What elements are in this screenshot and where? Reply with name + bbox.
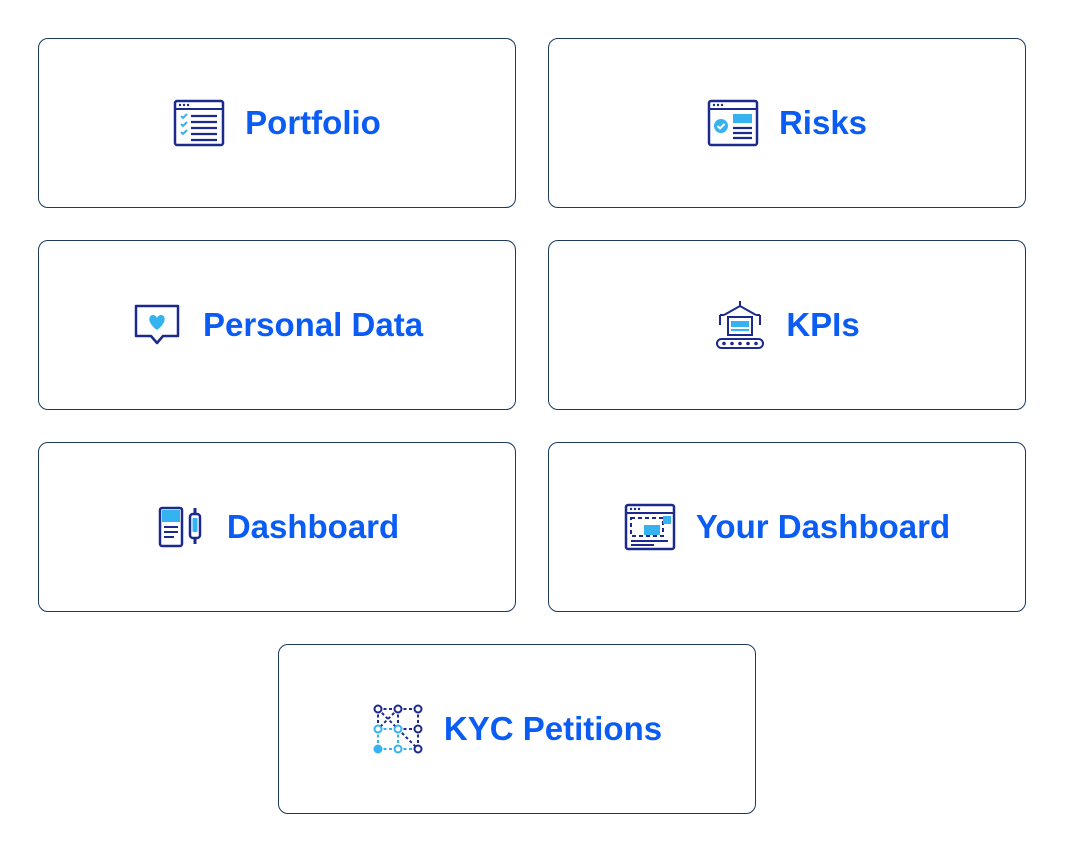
- card-label: Dashboard: [226, 508, 400, 545]
- card-label: Risks: [778, 104, 868, 141]
- browser-check-icon: [707, 97, 759, 149]
- card-personal-data[interactable]: Personal Data: [38, 240, 516, 410]
- card-risks[interactable]: Risks: [548, 38, 1026, 208]
- phone-watch-icon: [155, 501, 207, 553]
- checklist-document-icon: [173, 97, 225, 149]
- card-label: Portfolio: [245, 104, 381, 141]
- card-label: Personal Data: [202, 306, 424, 343]
- card-label: KPIs: [786, 306, 860, 343]
- card-kyc-petitions[interactable]: KYC Petitions: [278, 644, 756, 814]
- node-network-icon: [372, 703, 424, 755]
- conveyor-belt-box-icon: [714, 299, 766, 351]
- card-your-dashboard[interactable]: Your Dashboard: [548, 442, 1026, 612]
- card-portfolio[interactable]: Portfolio: [38, 38, 516, 208]
- card-label: Your Dashboard: [695, 508, 951, 545]
- browser-selection-icon: [624, 501, 676, 553]
- heart-speech-bubble-icon: [131, 299, 183, 351]
- card-dashboard[interactable]: Dashboard: [38, 442, 516, 612]
- card-kpis[interactable]: KPIs: [548, 240, 1026, 410]
- card-label: KYC Petitions: [443, 710, 663, 747]
